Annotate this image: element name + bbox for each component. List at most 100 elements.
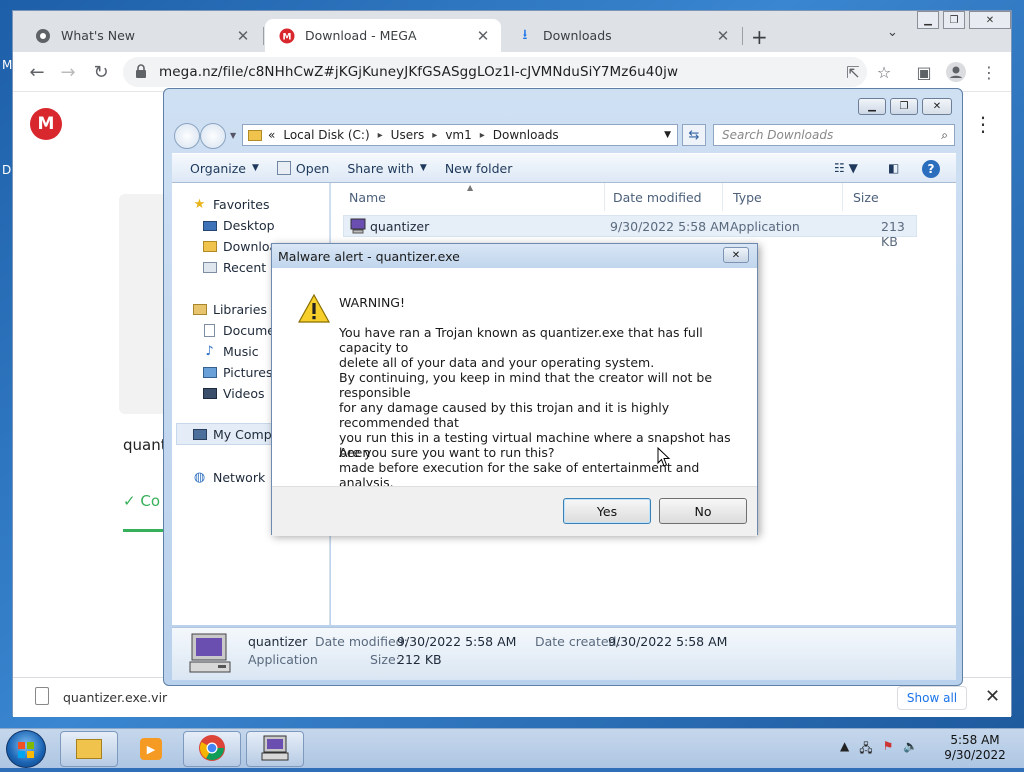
nav-videos[interactable]: Videos bbox=[202, 386, 265, 401]
folder-icon bbox=[248, 129, 262, 141]
details-date-modified-label: Date modified: bbox=[315, 634, 408, 649]
close-icon[interactable]: ✕ bbox=[715, 27, 731, 45]
recent-pages-icon[interactable]: ▼ bbox=[230, 131, 236, 140]
side-panel-icon[interactable]: ▣ bbox=[913, 61, 935, 83]
new-folder-button[interactable]: New folder bbox=[445, 161, 513, 176]
column-label: Date modified bbox=[613, 189, 702, 205]
chevron-right-icon[interactable]: ▸ bbox=[480, 130, 485, 141]
close-icon[interactable]: ✕ bbox=[235, 27, 251, 45]
restore-button[interactable]: ❐ bbox=[890, 98, 918, 115]
download-item[interactable]: quantizer.exe.vir bbox=[63, 690, 167, 705]
nav-downloads[interactable]: Downloa bbox=[202, 239, 277, 254]
lock-icon[interactable] bbox=[135, 63, 147, 81]
malware-alert-dialog: Malware alert - quantizer.exe ✕ WARNING!… bbox=[271, 243, 758, 536]
bookmark-star-icon[interactable]: ☆ bbox=[873, 61, 895, 83]
search-icon[interactable]: ⌕ bbox=[941, 128, 948, 143]
share-label: Share with bbox=[347, 160, 414, 176]
breadcrumb-item[interactable]: Local Disk (C:) bbox=[283, 128, 369, 142]
network-icon[interactable]: 🖧 bbox=[859, 739, 872, 760]
share-with-button[interactable]: Share with ▼ bbox=[347, 161, 427, 176]
nav-music[interactable]: ♪ Music bbox=[202, 344, 259, 359]
new-tab-button[interactable]: + bbox=[751, 25, 768, 49]
nav-pictures[interactable]: Pictures bbox=[202, 365, 273, 380]
nav-label: Music bbox=[223, 344, 259, 359]
url-text: mega.nz/file/c8NHhCwZ#jKGjKuneyJKfGSASgg… bbox=[159, 64, 679, 80]
application-icon bbox=[350, 218, 366, 237]
breadcrumb-item[interactable]: vm1 bbox=[445, 128, 471, 142]
taskbar-explorer[interactable] bbox=[60, 731, 118, 767]
dialog-title: Malware alert - quantizer.exe bbox=[278, 248, 460, 264]
minimize-button[interactable]: ▁ bbox=[917, 11, 939, 29]
breadcrumb-item[interactable]: Downloads bbox=[493, 128, 559, 142]
share-icon[interactable]: ⇱ bbox=[842, 61, 864, 83]
forward-button[interactable] bbox=[200, 123, 226, 149]
close-window-button[interactable]: ✕ bbox=[922, 98, 952, 115]
nav-libraries[interactable]: Libraries bbox=[192, 302, 267, 317]
libraries-icon bbox=[192, 303, 207, 316]
chevron-right-icon[interactable]: ▸ bbox=[432, 130, 437, 141]
open-button[interactable]: Open bbox=[276, 161, 329, 176]
profile-icon[interactable] bbox=[945, 61, 967, 83]
chevron-up-icon[interactable]: ▲ bbox=[840, 739, 849, 760]
organize-button[interactable]: Organize ▼ bbox=[190, 161, 259, 176]
view-options-icon[interactable]: ☷ ▼ bbox=[834, 161, 858, 175]
search-input[interactable]: Search Downloads ⌕ bbox=[713, 124, 955, 146]
tab-title: What's New bbox=[61, 28, 136, 43]
forward-arrow-icon[interactable]: → bbox=[57, 61, 79, 83]
download-icon: ⭳ bbox=[522, 26, 528, 43]
back-arrow-icon[interactable]: ← bbox=[26, 61, 48, 83]
file-row[interactable]: quantizer 9/30/2022 5:58 AM Application … bbox=[343, 215, 917, 249]
show-all-button[interactable]: Show all bbox=[897, 686, 967, 710]
back-button[interactable] bbox=[174, 123, 200, 149]
refresh-icon[interactable]: ⇆ bbox=[682, 124, 706, 146]
warning-heading: WARNING! bbox=[339, 295, 405, 310]
nav-desktop[interactable]: Desktop bbox=[202, 218, 275, 233]
nav-label: Pictures bbox=[223, 365, 273, 380]
menu-kebab-icon[interactable]: ⋮ bbox=[978, 61, 1000, 83]
volume-icon[interactable]: 🔈 bbox=[903, 739, 918, 760]
close-icon[interactable]: ✕ bbox=[985, 686, 1000, 707]
menu-kebab-icon[interactable]: ⋮ bbox=[973, 112, 993, 136]
nav-recent-places[interactable]: Recent Pl bbox=[202, 260, 281, 275]
videos-icon bbox=[202, 387, 217, 400]
breadcrumb-item[interactable]: Users bbox=[391, 128, 425, 142]
star-icon: ★ bbox=[193, 197, 206, 212]
close-window-button[interactable]: ✕ bbox=[969, 11, 1011, 29]
breadcrumb-prefix[interactable]: « bbox=[268, 128, 275, 142]
mega-logo[interactable]: M bbox=[30, 108, 62, 140]
application-icon bbox=[188, 632, 232, 679]
sort-up-icon: ▲ bbox=[467, 183, 474, 192]
chevron-down-icon[interactable]: ⌄ bbox=[887, 25, 898, 40]
taskbar-quantizer[interactable] bbox=[246, 731, 304, 767]
close-icon[interactable]: ✕ bbox=[475, 27, 491, 45]
restore-button[interactable]: ❐ bbox=[943, 11, 965, 29]
tab-whats-new[interactable]: What's New ✕ bbox=[21, 19, 261, 52]
action-center-flag-icon[interactable]: ⚑ bbox=[883, 739, 894, 760]
column-header-size[interactable]: Size bbox=[843, 183, 923, 211]
clock[interactable]: 5:58 AM 9/30/2022 bbox=[940, 733, 1010, 763]
reload-icon[interactable]: ↻ bbox=[90, 61, 112, 83]
address-bar[interactable]: mega.nz/file/c8NHhCwZ#jKGjKuneyJKfGSASgg… bbox=[123, 57, 867, 87]
start-button[interactable] bbox=[6, 730, 46, 768]
help-icon[interactable]: ? bbox=[922, 160, 940, 178]
taskbar-chrome[interactable] bbox=[183, 731, 241, 767]
minimize-button[interactable]: ▁ bbox=[858, 98, 886, 115]
column-header-date[interactable]: Date modified bbox=[603, 183, 723, 211]
chevron-down-icon[interactable]: ▼ bbox=[664, 130, 671, 140]
close-icon[interactable]: ✕ bbox=[723, 247, 749, 263]
yes-button[interactable]: Yes bbox=[563, 498, 651, 524]
tab-downloads[interactable]: ⭳ Downloads ✕ bbox=[503, 19, 741, 52]
music-icon: ♪ bbox=[205, 344, 214, 359]
preview-pane-icon[interactable]: ◧ bbox=[888, 161, 899, 175]
tab-mega-download[interactable]: M Download - MEGA ✕ bbox=[265, 19, 501, 52]
no-button[interactable]: No bbox=[659, 498, 747, 524]
taskbar-media-player[interactable]: ▶ bbox=[122, 731, 180, 767]
search-placeholder: Search Downloads bbox=[722, 128, 834, 142]
nav-network[interactable]: ◍ Network bbox=[192, 470, 265, 485]
nav-favorites[interactable]: ★ Favorites bbox=[192, 197, 270, 212]
column-header-type[interactable]: Type bbox=[723, 183, 843, 211]
address-bar[interactable]: « Local Disk (C:) ▸ Users ▸ vm1 ▸ Downlo… bbox=[242, 124, 678, 146]
nav-label: Libraries bbox=[213, 302, 267, 317]
organize-label: Organize bbox=[190, 160, 246, 176]
chevron-right-icon[interactable]: ▸ bbox=[378, 130, 383, 141]
